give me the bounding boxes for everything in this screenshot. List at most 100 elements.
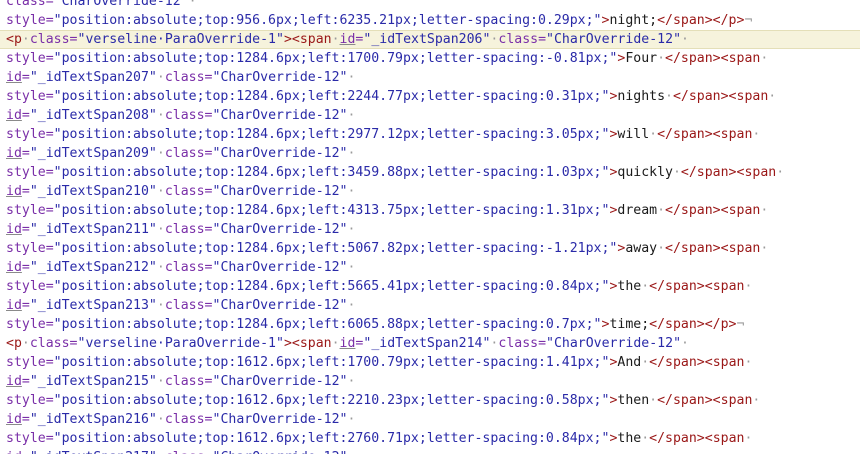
attr-name: style <box>6 355 46 370</box>
whitespace-marker: · <box>156 70 165 85</box>
attr-name: id <box>6 184 22 199</box>
whitespace-marker: · <box>760 203 769 218</box>
attr-value: "CharOverride-12" <box>546 336 682 351</box>
attr-value: "position:absolute;top:1284.6px;left:566… <box>53 279 610 294</box>
whitespace-marker: · <box>156 298 165 313</box>
code-line[interactable]: style="position:absolute;top:1284.6px;le… <box>0 201 860 220</box>
code-line[interactable]: id="_idTextSpan208"·class="CharOverride-… <box>0 106 860 125</box>
code-line[interactable]: id="_idTextSpan215"·class="CharOverride-… <box>0 372 860 391</box>
equals-sign: = <box>45 0 54 9</box>
attr-value: "CharOverride-12" <box>212 298 348 313</box>
code-line[interactable]: style="position:absolute;top:1284.6px;le… <box>0 87 860 106</box>
code-line[interactable]: style="position:absolute;top:1284.6px;le… <box>0 163 860 182</box>
whitespace-marker: · <box>641 431 650 446</box>
equals-sign: = <box>204 108 213 123</box>
attr-value: "position:absolute;top:1284.6px;left:224… <box>53 89 610 104</box>
equals-sign: = <box>45 431 54 446</box>
code-line[interactable]: style="position:absolute;top:1612.6px;le… <box>0 429 860 448</box>
equals-sign: = <box>204 146 213 161</box>
code-line[interactable]: style="position:absolute;top:1612.6px;le… <box>0 353 860 372</box>
attr-name: id <box>6 108 22 123</box>
attr-value: "position:absolute;top:1284.6px;left:431… <box>53 203 610 218</box>
attr-value: "CharOverride-12" <box>213 450 348 454</box>
code-line[interactable]: style="position:absolute;top:1284.6px;le… <box>0 277 860 296</box>
text-content: the <box>617 279 642 294</box>
attr-value: "verseline·ParaOverride-1" <box>77 336 284 351</box>
text-content: will <box>617 127 650 142</box>
whitespace-marker: · <box>672 165 681 180</box>
text-content: time; <box>609 317 650 332</box>
code-line[interactable]: id="_idTextSpan211"·class="CharOverride-… <box>0 220 860 239</box>
code-line[interactable]: style="position:absolute;top:956.6px;lef… <box>0 11 860 30</box>
tag-token: </span><span <box>657 127 753 142</box>
code-line[interactable]: style="position:absolute;top:1284.6px;le… <box>0 125 860 144</box>
code-line[interactable]: style="position:absolute;top:1284.6px;le… <box>0 49 860 68</box>
equals-sign: = <box>21 260 30 275</box>
tag-token: </span><span <box>665 51 761 66</box>
text-content: dream <box>617 203 658 218</box>
code-line[interactable]: id="_idTextSpan209"·class="CharOverride-… <box>0 144 860 163</box>
attr-name: style <box>6 203 46 218</box>
whitespace-marker: · <box>347 184 356 199</box>
whitespace-marker: · <box>21 32 30 47</box>
attr-name: style <box>6 393 46 408</box>
code-line[interactable]: style="position:absolute;top:1284.6px;le… <box>0 315 860 334</box>
equals-sign: = <box>45 89 54 104</box>
equals-sign: = <box>204 412 213 427</box>
code-line[interactable]: id="_idTextSpan217"·class="CharOverride-… <box>0 448 860 454</box>
attr-value: "_idTextSpan207" <box>29 70 157 85</box>
code-line[interactable]: id="_idTextSpan212"·class="CharOverride-… <box>0 258 860 277</box>
whitespace-marker: · <box>657 51 666 66</box>
attr-name: id <box>6 412 22 427</box>
whitespace-marker: · <box>760 51 769 66</box>
whitespace-marker: · <box>665 89 673 104</box>
whitespace-marker: · <box>768 89 777 104</box>
attr-value: "position:absolute;top:1612.6px;left:170… <box>53 355 610 370</box>
attr-name: class <box>164 298 205 313</box>
tag-token: ><span <box>283 336 332 351</box>
equals-sign: = <box>45 13 54 28</box>
attr-value: "CharOverride-12" <box>546 32 682 47</box>
equals-sign: = <box>538 336 547 351</box>
whitespace-marker: · <box>188 0 197 9</box>
equals-sign: = <box>21 108 30 123</box>
whitespace-marker: · <box>776 165 785 180</box>
equals-sign: = <box>45 51 54 66</box>
tag-token: </span><span <box>657 393 753 408</box>
attr-name: class <box>6 0 46 9</box>
current-code-line[interactable]: <p·class="verseline·ParaOverride-1"><spa… <box>0 30 860 49</box>
attr-value: "position:absolute;top:1284.6px;left:170… <box>53 51 618 66</box>
attr-value: "_idTextSpan213" <box>29 298 157 313</box>
attr-name: class <box>164 70 205 85</box>
equals-sign: = <box>21 146 30 161</box>
equals-sign: = <box>45 393 54 408</box>
attr-value: "_idTextSpan210" <box>29 184 157 199</box>
tag-token: <p <box>6 336 22 351</box>
attr-name: style <box>6 165 46 180</box>
equals-sign: = <box>21 374 30 389</box>
attr-value: "CharOverride-12" <box>53 0 189 9</box>
code-line[interactable]: style="position:absolute;top:1284.6px;le… <box>0 239 860 258</box>
attr-name: class <box>29 336 70 351</box>
text-content: Four <box>625 51 658 66</box>
equals-sign: = <box>21 222 30 237</box>
whitespace-marker: · <box>347 412 356 427</box>
code-editor[interactable]: class="CharOverride-12"· style="position:… <box>0 0 860 454</box>
code-line[interactable]: id="_idTextSpan213"·class="CharOverride-… <box>0 296 860 315</box>
attr-value: "_idTextSpan209" <box>29 146 157 161</box>
attr-name: class <box>165 450 205 454</box>
equals-sign: = <box>21 70 30 85</box>
attr-value: "position:absolute;top:1284.6px;left:297… <box>53 127 610 142</box>
whitespace-marker: · <box>649 393 658 408</box>
code-line[interactable]: <p·class="verseline·ParaOverride-1"><spa… <box>0 334 860 353</box>
attr-name: id <box>6 222 22 237</box>
code-line[interactable]: id="_idTextSpan207"·class="CharOverride-… <box>0 68 860 87</box>
code-line[interactable]: id="_idTextSpan210"·class="CharOverride-… <box>0 182 860 201</box>
code-line[interactable]: style="position:absolute;top:1612.6px;le… <box>0 391 860 410</box>
attr-value: "_idTextSpan216" <box>29 412 157 427</box>
code-line[interactable]: class="CharOverride-12"· <box>0 0 860 11</box>
whitespace-marker: · <box>347 260 356 275</box>
code-line[interactable]: id="_idTextSpan216"·class="CharOverride-… <box>0 410 860 429</box>
whitespace-marker: · <box>347 222 356 237</box>
tag-token: ><span <box>283 32 332 47</box>
